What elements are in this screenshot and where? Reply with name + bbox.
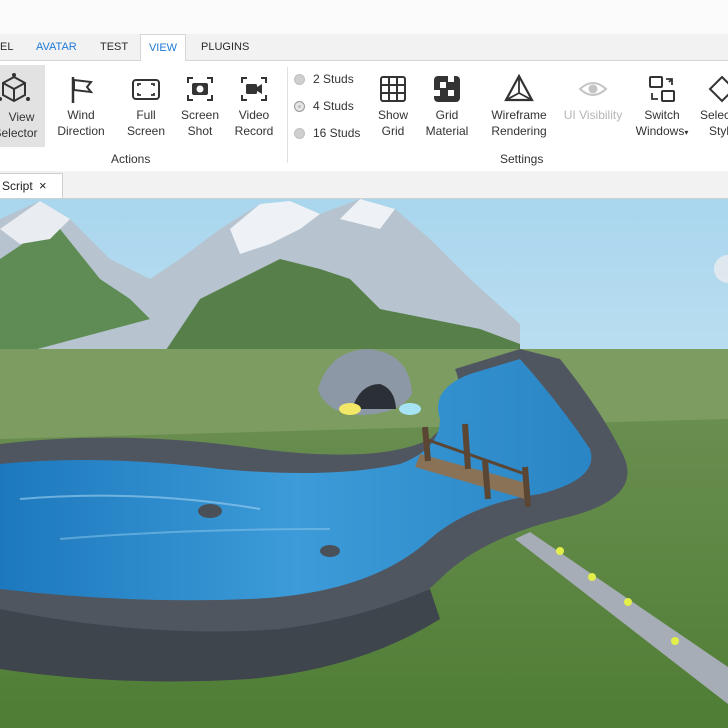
wind-flag-icon — [71, 77, 94, 103]
tab-plugins[interactable]: PLUGINS — [201, 34, 249, 60]
studs-option-label: 16 Studs — [313, 126, 361, 140]
cube-axes-icon — [0, 73, 30, 103]
document-tab-bar: Script × — [0, 171, 728, 199]
wireframe-icon — [504, 73, 534, 102]
switch-windows-icon — [649, 76, 675, 102]
tab-view[interactable]: VIEW — [140, 34, 186, 62]
3d-viewport[interactable] — [0, 199, 728, 728]
wireframe-rendering-button[interactable]: Wireframe Rendering — [488, 73, 550, 139]
wind-direction-label-1: Wind — [67, 108, 95, 122]
video-record-label-2: Record — [234, 124, 274, 138]
selection-style-button[interactable]: Selec Styl — [700, 73, 728, 139]
tab-test[interactable]: TEST — [100, 34, 128, 60]
switch-windows-button[interactable]: Switch Windows▾ — [630, 73, 694, 141]
screen-shot-label-2: Shot — [187, 124, 213, 138]
menu-tab-bar: EL AVATAR TEST VIEW PLUGINS — [0, 34, 728, 62]
script-tab-label: Script — [2, 179, 33, 193]
switch-windows-label-1: Switch — [644, 108, 680, 122]
selection-style-label-1: Selec — [700, 108, 728, 122]
radio-icon — [294, 128, 305, 140]
selection-style-icon — [708, 75, 728, 103]
wireframe-rendering-label-1: Wireframe — [491, 108, 547, 122]
full-screen-icon — [132, 79, 160, 100]
selection-style-label-2: Styl — [709, 124, 728, 138]
screen-shot-label-1: Screen — [180, 108, 220, 122]
studs-option-label: 2 Studs — [313, 72, 354, 86]
actions-group-label: Actions — [111, 152, 151, 166]
studs-option-label: 4 Studs — [313, 99, 354, 113]
video-record-label-1: Video — [238, 108, 270, 122]
dropdown-arrow-icon: ▾ — [684, 128, 689, 137]
view-selector-label-2: Selector — [0, 126, 38, 140]
ribbon-toolbar: View Selector Wind Direction Full Screen… — [0, 61, 728, 172]
script-tab[interactable]: Script × — [0, 173, 63, 199]
full-screen-label-2: Screen — [126, 124, 166, 138]
grid-material-button[interactable]: Grid Material — [422, 73, 472, 139]
eye-icon — [578, 82, 608, 96]
grid-material-label-2: Material — [425, 124, 469, 138]
radio-selected-icon — [294, 101, 305, 113]
ui-visibility-button[interactable]: UI Visibility — [560, 73, 626, 123]
settings-group-label: Settings — [500, 152, 544, 166]
ui-visibility-label: UI Visibility — [563, 108, 623, 122]
ribbon-divider — [287, 67, 288, 163]
switch-windows-label-2: Windows▾ — [635, 124, 689, 138]
wind-direction-button[interactable]: Wind Direction — [53, 73, 109, 139]
checker-icon — [434, 76, 460, 102]
full-screen-button[interactable]: Full Screen — [124, 73, 168, 139]
video-record-button[interactable]: Video Record — [231, 73, 277, 139]
full-screen-label-1: Full — [136, 108, 156, 122]
show-grid-label-2: Grid — [381, 124, 405, 138]
tab-model[interactable]: EL — [0, 34, 18, 60]
studs-option-4[interactable]: 4 Studs — [294, 98, 354, 114]
view-selector-button[interactable]: View Selector — [0, 65, 45, 147]
view-selector-label-1: View — [8, 110, 35, 124]
wireframe-rendering-label-2: Rendering — [491, 124, 547, 138]
camera-icon — [187, 77, 213, 101]
show-grid-button[interactable]: Show Grid — [372, 73, 414, 139]
studs-option-16[interactable]: 16 Studs — [294, 125, 360, 141]
radio-icon — [294, 74, 305, 86]
screen-shot-button[interactable]: Screen Shot — [178, 73, 222, 139]
terrain-scene — [0, 199, 728, 728]
studs-option-2[interactable]: 2 Studs — [294, 71, 354, 87]
show-grid-label-1: Show — [377, 108, 409, 122]
video-camera-icon — [241, 77, 267, 101]
grid-material-label-1: Grid — [435, 108, 459, 122]
tab-avatar[interactable]: AVATAR — [36, 34, 77, 60]
grid-icon — [380, 76, 406, 102]
wind-direction-label-2: Direction — [57, 124, 105, 138]
title-bar — [0, 0, 728, 35]
close-icon[interactable]: × — [39, 174, 47, 198]
